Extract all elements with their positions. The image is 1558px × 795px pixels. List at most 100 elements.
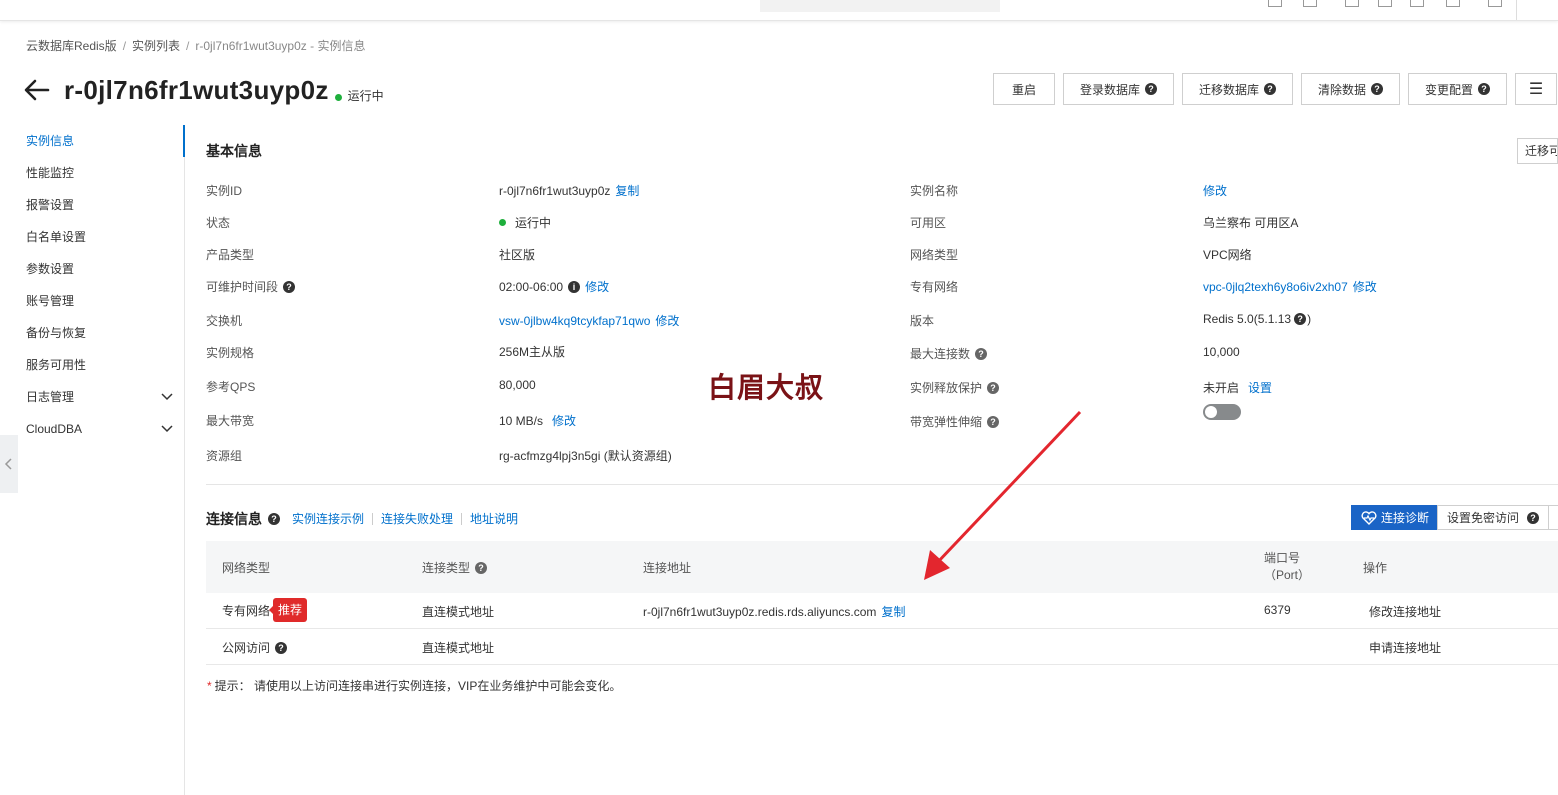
sidebar-item-clouddba[interactable]: CloudDBA (0, 413, 184, 445)
info-icon[interactable]: i (568, 280, 581, 293)
more-button[interactable] (1548, 505, 1558, 530)
connection-diagnosis-label: 连接诊断 (1381, 511, 1430, 525)
modify-address-link[interactable]: 修改连接地址 (1369, 603, 1441, 620)
bandwidth-autoscale-toggle[interactable] (1203, 404, 1241, 420)
toolbar-icon[interactable] (1446, 0, 1460, 7)
breadcrumb: 云数据库Redis版 / 实例列表 / r-0jl7n6fr1wut3uyp0z - 实… (26, 37, 365, 54)
question-icon[interactable]: ? (275, 641, 288, 654)
sidebar-collapse-handle[interactable] (0, 435, 18, 493)
toolbar-icon[interactable] (1410, 0, 1424, 7)
copy-address-link[interactable]: 复制 (881, 603, 905, 620)
toolbar-icon[interactable] (1488, 0, 1502, 7)
field-value-network-type: VPC网络 (1203, 246, 1252, 263)
network-type-value: VPC网络 (1203, 248, 1252, 262)
breadcrumb-item-redis[interactable]: 云数据库Redis版 (26, 39, 117, 53)
label-text: 最大连接数 (910, 347, 971, 361)
sidebar-item-accounts[interactable]: 账号管理 (0, 285, 184, 317)
vpc-id-link[interactable]: vpc-0jlq2texh6y8o6iv2xh07 (1203, 280, 1348, 294)
breadcrumb-item-instance-list[interactable]: 实例列表 (132, 39, 180, 53)
header-port-line2: （Port） (1264, 568, 1311, 582)
status-running-icon (499, 219, 506, 226)
version-value: Redis 5.0(5.1.13 (1203, 312, 1292, 326)
toolbar-icon[interactable] (1303, 0, 1317, 7)
connection-failure-link[interactable]: 连接失败处理 (381, 510, 453, 527)
release-protection-setting-link[interactable]: 设置 (1248, 379, 1272, 396)
field-label-network-type: 网络类型 (910, 246, 958, 263)
bandwidth-value: 10 MB/s (499, 413, 544, 428)
sidebar-item-backup[interactable]: 备份与恢复 (0, 317, 184, 349)
change-config-button[interactable]: 变更配置? (1408, 73, 1507, 105)
edit-vpc-link[interactable]: 修改 (1353, 278, 1377, 295)
copy-instance-id-link[interactable]: 复制 (615, 182, 639, 199)
apply-address-link[interactable]: 申请连接地址 (1369, 639, 1441, 656)
migrate-zone-button[interactable]: 迁移可 (1517, 138, 1558, 164)
edit-maintenance-link[interactable]: 修改 (585, 278, 609, 295)
field-label-zone: 可用区 (910, 214, 946, 231)
field-value-zone: 乌兰察布 可用区A (1203, 214, 1298, 231)
label-text: 参考QPS (206, 380, 256, 394)
connection-help-links: 实例连接示例 连接失败处理 地址说明 (292, 510, 518, 527)
sidebar-item-logs[interactable]: 日志管理 (0, 381, 184, 413)
label-text: 专有网络 (910, 280, 959, 294)
sidebar-item-instance-info[interactable]: 实例信息 (0, 125, 184, 157)
question-icon[interactable]: ? (987, 381, 1000, 394)
sidebar-item-parameters[interactable]: 参数设置 (0, 253, 184, 285)
tip-text: 请使用以上访问连接串进行实例连接，VIP在业务维护中可能会变化。 (254, 679, 622, 693)
breadcrumb-separator: / (186, 39, 190, 53)
toolbar-icon[interactable] (1378, 0, 1392, 7)
edit-bandwidth-link[interactable]: 修改 (552, 412, 576, 429)
field-value-release-protection: 未开启 设置 (1203, 379, 1272, 396)
toolbar-icon[interactable] (1268, 0, 1282, 7)
field-value-maintenance-window: 02:00-06:00 i 修改 (499, 278, 609, 295)
table-row: 公网访问? 直连模式地址 申请连接地址 (206, 629, 1558, 665)
recommended-badge: 推荐 (269, 598, 308, 622)
back-arrow-icon[interactable] (24, 78, 50, 102)
sidebar-item-alerts[interactable]: 报警设置 (0, 189, 184, 221)
field-value-bandwidth: 10 MB/s 修改 (499, 412, 576, 429)
edit-vswitch-link[interactable]: 修改 (655, 312, 679, 329)
sidebar-item-availability[interactable]: 服务可用性 (0, 349, 184, 381)
address-description-link[interactable]: 地址说明 (470, 510, 518, 527)
toggle-knob (1205, 406, 1217, 418)
clear-data-button[interactable]: 清除数据? (1301, 73, 1400, 105)
connection-example-link[interactable]: 实例连接示例 (292, 510, 364, 527)
question-icon[interactable]: ? (268, 513, 280, 525)
tip-label: 提示： (214, 679, 251, 693)
label-text: 实例规格 (206, 346, 255, 360)
question-icon[interactable]: ? (1294, 313, 1307, 325)
label-text: 版本 (910, 314, 935, 328)
action-toolbar: 重启 登录数据库? 迁移数据库? 清除数据? 变更配置? ☰ (993, 73, 1557, 105)
annotation-arrow-icon (924, 410, 1082, 580)
more-menu-button[interactable]: ☰ (1515, 73, 1557, 105)
passwordless-access-button[interactable]: 设置免密访问? (1437, 505, 1550, 530)
question-icon[interactable]: ? (283, 280, 296, 293)
edit-instance-name-link[interactable]: 修改 (1203, 182, 1227, 199)
field-label-instance-name: 实例名称 (910, 182, 958, 199)
global-search-box[interactable] (760, 0, 1000, 12)
label-text: 最大带宽 (206, 414, 255, 428)
clear-data-label: 清除数据 (1317, 82, 1366, 97)
toolbar-icon[interactable] (1345, 0, 1359, 7)
sidebar-item-performance[interactable]: 性能监控 (0, 157, 184, 189)
sidebar-item-label: 白名单设置 (26, 230, 87, 244)
header-port: 端口号 （Port） (1264, 550, 1310, 584)
network-type-text: 专有网络 (222, 603, 271, 618)
sidebar-item-whitelist[interactable]: 白名单设置 (0, 221, 184, 253)
question-icon[interactable]: ? (475, 561, 488, 574)
question-icon[interactable]: ? (975, 347, 988, 360)
restart-button[interactable]: 重启 (993, 73, 1055, 105)
login-database-button[interactable]: 登录数据库? (1063, 73, 1174, 105)
heart-pulse-icon (1361, 510, 1377, 525)
vswitch-id-link[interactable]: vsw-0jlbw4kq9tcykfap71qwo (499, 314, 650, 328)
max-connections-value: 10,000 (1203, 345, 1240, 359)
connection-diagnosis-button[interactable]: 连接诊断 (1351, 505, 1440, 530)
field-label-resource-group: 资源组 (206, 447, 242, 464)
maintenance-window-value: 02:00-06:00 (499, 279, 564, 294)
version-suffix: ) (1307, 312, 1312, 326)
question-icon: ? (1371, 83, 1383, 95)
table-row: 专有网络 推荐 直连模式地址 r-0jl7n6fr1wut3uyp0z.redis… (206, 593, 1558, 629)
connection-info-title: 连接信息? (206, 509, 280, 529)
connection-tip: * 提示： 请使用以上访问连接串进行实例连接，VIP在业务维护中可能会变化。 (207, 677, 621, 694)
migrate-database-button[interactable]: 迁移数据库? (1182, 73, 1293, 105)
sidebar-item-label: 性能监控 (26, 166, 75, 180)
